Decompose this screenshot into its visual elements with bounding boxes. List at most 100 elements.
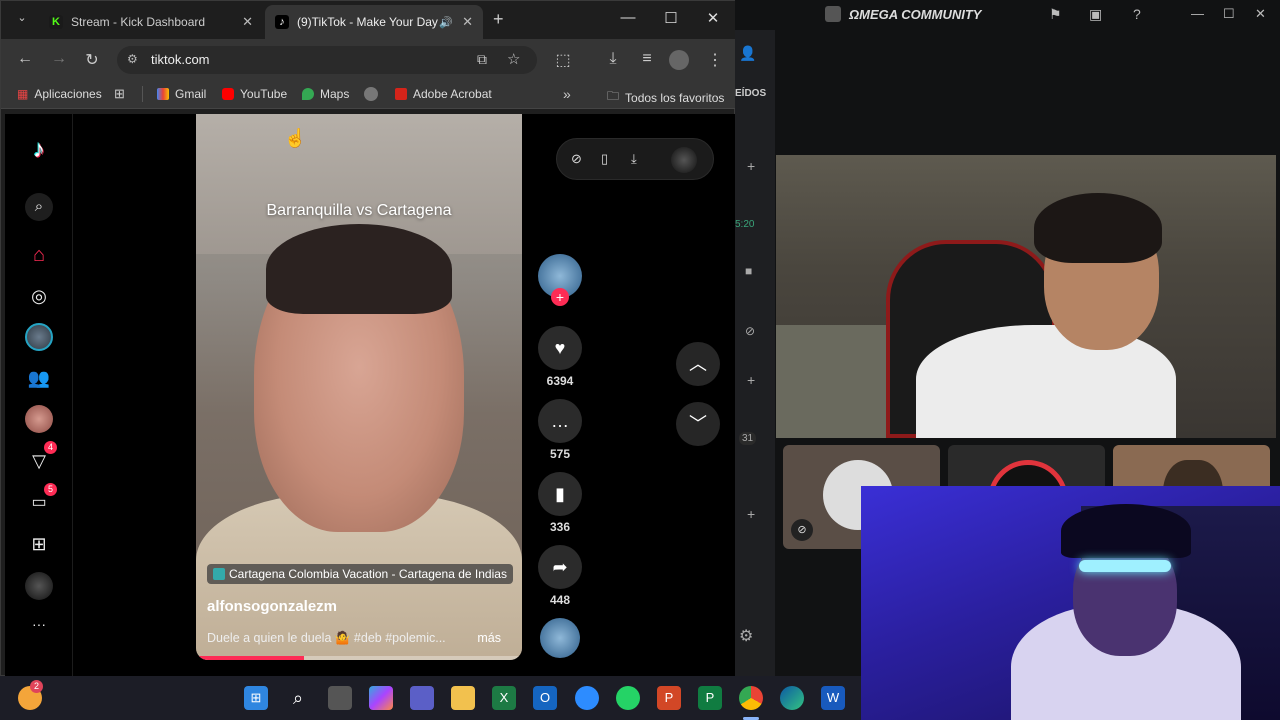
camera-icon[interactable]: ■ — [745, 264, 752, 278]
device-icon[interactable]: ▯ — [601, 151, 608, 167]
maximize-icon[interactable]: ☐ — [656, 9, 686, 27]
inbox-icon[interactable]: ▭ 5 — [25, 483, 57, 517]
video-player[interactable]: Barranquilla vs Cartagena ☝ Cartagena Co… — [196, 114, 522, 660]
copilot-icon[interactable] — [369, 686, 393, 710]
minimize-icon[interactable]: — — [1191, 6, 1204, 21]
location-tag[interactable]: Cartagena Colombia Vacation - Cartagena … — [207, 564, 513, 584]
close-icon[interactable]: ✕ — [1255, 6, 1266, 22]
add-friend-icon[interactable]: 👤 — [739, 45, 756, 62]
new-tab-button[interactable]: + — [493, 9, 504, 30]
speaker-icon[interactable]: 🔊 — [439, 16, 453, 29]
extensions-icon[interactable]: ⬚ — [552, 50, 574, 70]
like-button[interactable]: ♥ 6394 — [537, 326, 583, 388]
close-tab-icon[interactable]: ✕ — [242, 14, 253, 30]
add-icon[interactable]: + — [747, 372, 755, 388]
close-window-icon[interactable]: ✕ — [698, 9, 728, 27]
profile-avatar[interactable] — [25, 572, 53, 600]
forward-icon[interactable]: → — [48, 50, 70, 68]
next-video-button[interactable]: ﹀ — [676, 402, 720, 446]
messages-send-icon[interactable]: ▽ 4 — [25, 441, 57, 475]
mic-muted-icon[interactable]: ⊘ — [745, 324, 755, 338]
all-bookmarks-folder[interactable]: 🗀 Todos los favoritos — [607, 87, 724, 108]
bookmark-gmail[interactable]: Gmail — [157, 87, 206, 101]
menu-icon[interactable]: ⋮ — [704, 50, 726, 70]
video-call-main-stream[interactable] — [776, 155, 1276, 438]
video-progress-bar[interactable] — [196, 656, 522, 660]
file-explorer-icon[interactable] — [451, 686, 475, 710]
following-avatar[interactable] — [25, 323, 53, 351]
chrome-icon[interactable] — [739, 686, 763, 710]
bookmark-adobe-acrobat[interactable]: Adobe Acrobat — [395, 87, 492, 101]
bookmark-apps[interactable]: ▦ Aplicaciones — [17, 87, 102, 101]
powerpoint-icon[interactable]: P — [657, 686, 681, 710]
close-tab-icon[interactable]: ✕ — [462, 14, 473, 30]
reload-icon[interactable]: ↻ — [81, 50, 103, 70]
comment-icon[interactable]: … — [538, 399, 582, 443]
outlook-icon[interactable]: O — [533, 686, 557, 710]
sound-avatar[interactable] — [537, 618, 583, 658]
author-avatar[interactable]: + — [537, 254, 583, 306]
bookmark-maps[interactable]: Maps — [302, 87, 349, 101]
video-author[interactable]: alfonsogonzalezm — [207, 598, 337, 615]
zoom-icon[interactable] — [575, 686, 599, 710]
media-control-icon[interactable]: ≡ — [636, 50, 658, 68]
home-icon[interactable]: ⌂ — [25, 241, 53, 269]
tab-groups-icon[interactable]: ⊞ — [114, 86, 125, 102]
share-button[interactable]: ➦ 448 — [537, 545, 583, 607]
tab-tiktok[interactable]: ♪ (9)TikTok - Make Your Day 🔊 ✕ — [265, 5, 483, 39]
start-windows-icon[interactable]: ⊞ — [244, 686, 268, 710]
tab-search-icon[interactable]: ⌄ — [11, 11, 33, 31]
profile-avatar[interactable] — [669, 50, 689, 70]
more-icon[interactable]: ··· — [25, 610, 53, 638]
explore-compass-icon[interactable]: ◎ — [25, 282, 53, 310]
notification-badge: 4 — [44, 441, 57, 454]
globe-icon[interactable] — [364, 87, 378, 101]
task-view-icon[interactable] — [328, 686, 352, 710]
add-icon[interactable]: + — [747, 158, 755, 174]
maximize-icon[interactable]: ☐ — [1223, 6, 1235, 22]
comment-button[interactable]: … 575 — [537, 399, 583, 461]
bookmark-youtube[interactable]: YouTube — [222, 87, 287, 101]
download-icon[interactable]: ⤓ — [631, 151, 637, 167]
live-avatar[interactable] — [25, 405, 53, 433]
person-shirt — [916, 325, 1176, 438]
download-icon[interactable]: ⤓ — [602, 50, 624, 68]
share-arrow-icon[interactable]: ➦ — [538, 545, 582, 589]
bookmarks-overflow-icon[interactable]: » — [563, 86, 571, 102]
search-icon[interactable]: ⌕ — [25, 193, 53, 221]
address-bar[interactable]: ⚙ tiktok.com ⧉ ☆ — [117, 46, 537, 74]
upload-plus-icon[interactable]: ⊞ — [25, 530, 53, 558]
autoscroll-icon[interactable]: ⊘ — [571, 151, 582, 167]
settings-gear-icon[interactable]: ⚙ — [739, 626, 753, 646]
install-app-icon[interactable]: ⧉ — [477, 51, 487, 68]
widgets-icon[interactable]: 2 — [18, 680, 43, 710]
previous-video-button[interactable]: ︿ — [676, 342, 720, 386]
more-link[interactable]: más — [477, 631, 501, 645]
word-icon[interactable]: W — [821, 686, 845, 710]
inbox-icon[interactable]: ▣ — [1089, 6, 1102, 23]
user-avatar[interactable] — [671, 147, 697, 173]
friends-icon[interactable]: 👥 — [25, 364, 53, 392]
save-button[interactable]: ▮ 336 — [537, 472, 583, 534]
description-text: Duele a quien le duela 🤷 #deb #polemic..… — [207, 631, 446, 645]
time-text: 5:20 — [735, 219, 755, 230]
teams-icon[interactable] — [410, 686, 434, 710]
tab-kick-dashboard[interactable]: K Stream - Kick Dashboard ✕ — [39, 5, 263, 39]
publisher-icon[interactable]: P — [698, 686, 722, 710]
browser-toolbar: ← → ↻ ⚙ tiktok.com ⧉ ☆ ⬚ ⤓ ≡ ⋮ — [1, 39, 736, 81]
help-icon[interactable]: ? — [1133, 6, 1141, 22]
whatsapp-icon[interactable] — [616, 686, 640, 710]
tiktok-logo-icon[interactable]: ♪ — [25, 136, 53, 164]
bookmark-star-icon[interactable]: ☆ — [507, 50, 520, 68]
bookmark-icon[interactable]: ▮ — [538, 472, 582, 516]
back-icon[interactable]: ← — [14, 50, 36, 68]
excel-icon[interactable]: X — [492, 686, 516, 710]
search-icon[interactable]: ⌕ — [286, 686, 310, 710]
follow-plus-icon[interactable]: + — [551, 288, 569, 306]
add-icon[interactable]: + — [747, 506, 755, 522]
site-info-icon[interactable]: ⚙ — [127, 52, 138, 66]
minimize-icon[interactable]: — — [613, 9, 643, 26]
flag-icon[interactable]: ⚑ — [1049, 6, 1062, 23]
heart-icon[interactable]: ♥ — [538, 326, 582, 370]
edge-icon[interactable] — [780, 686, 804, 710]
